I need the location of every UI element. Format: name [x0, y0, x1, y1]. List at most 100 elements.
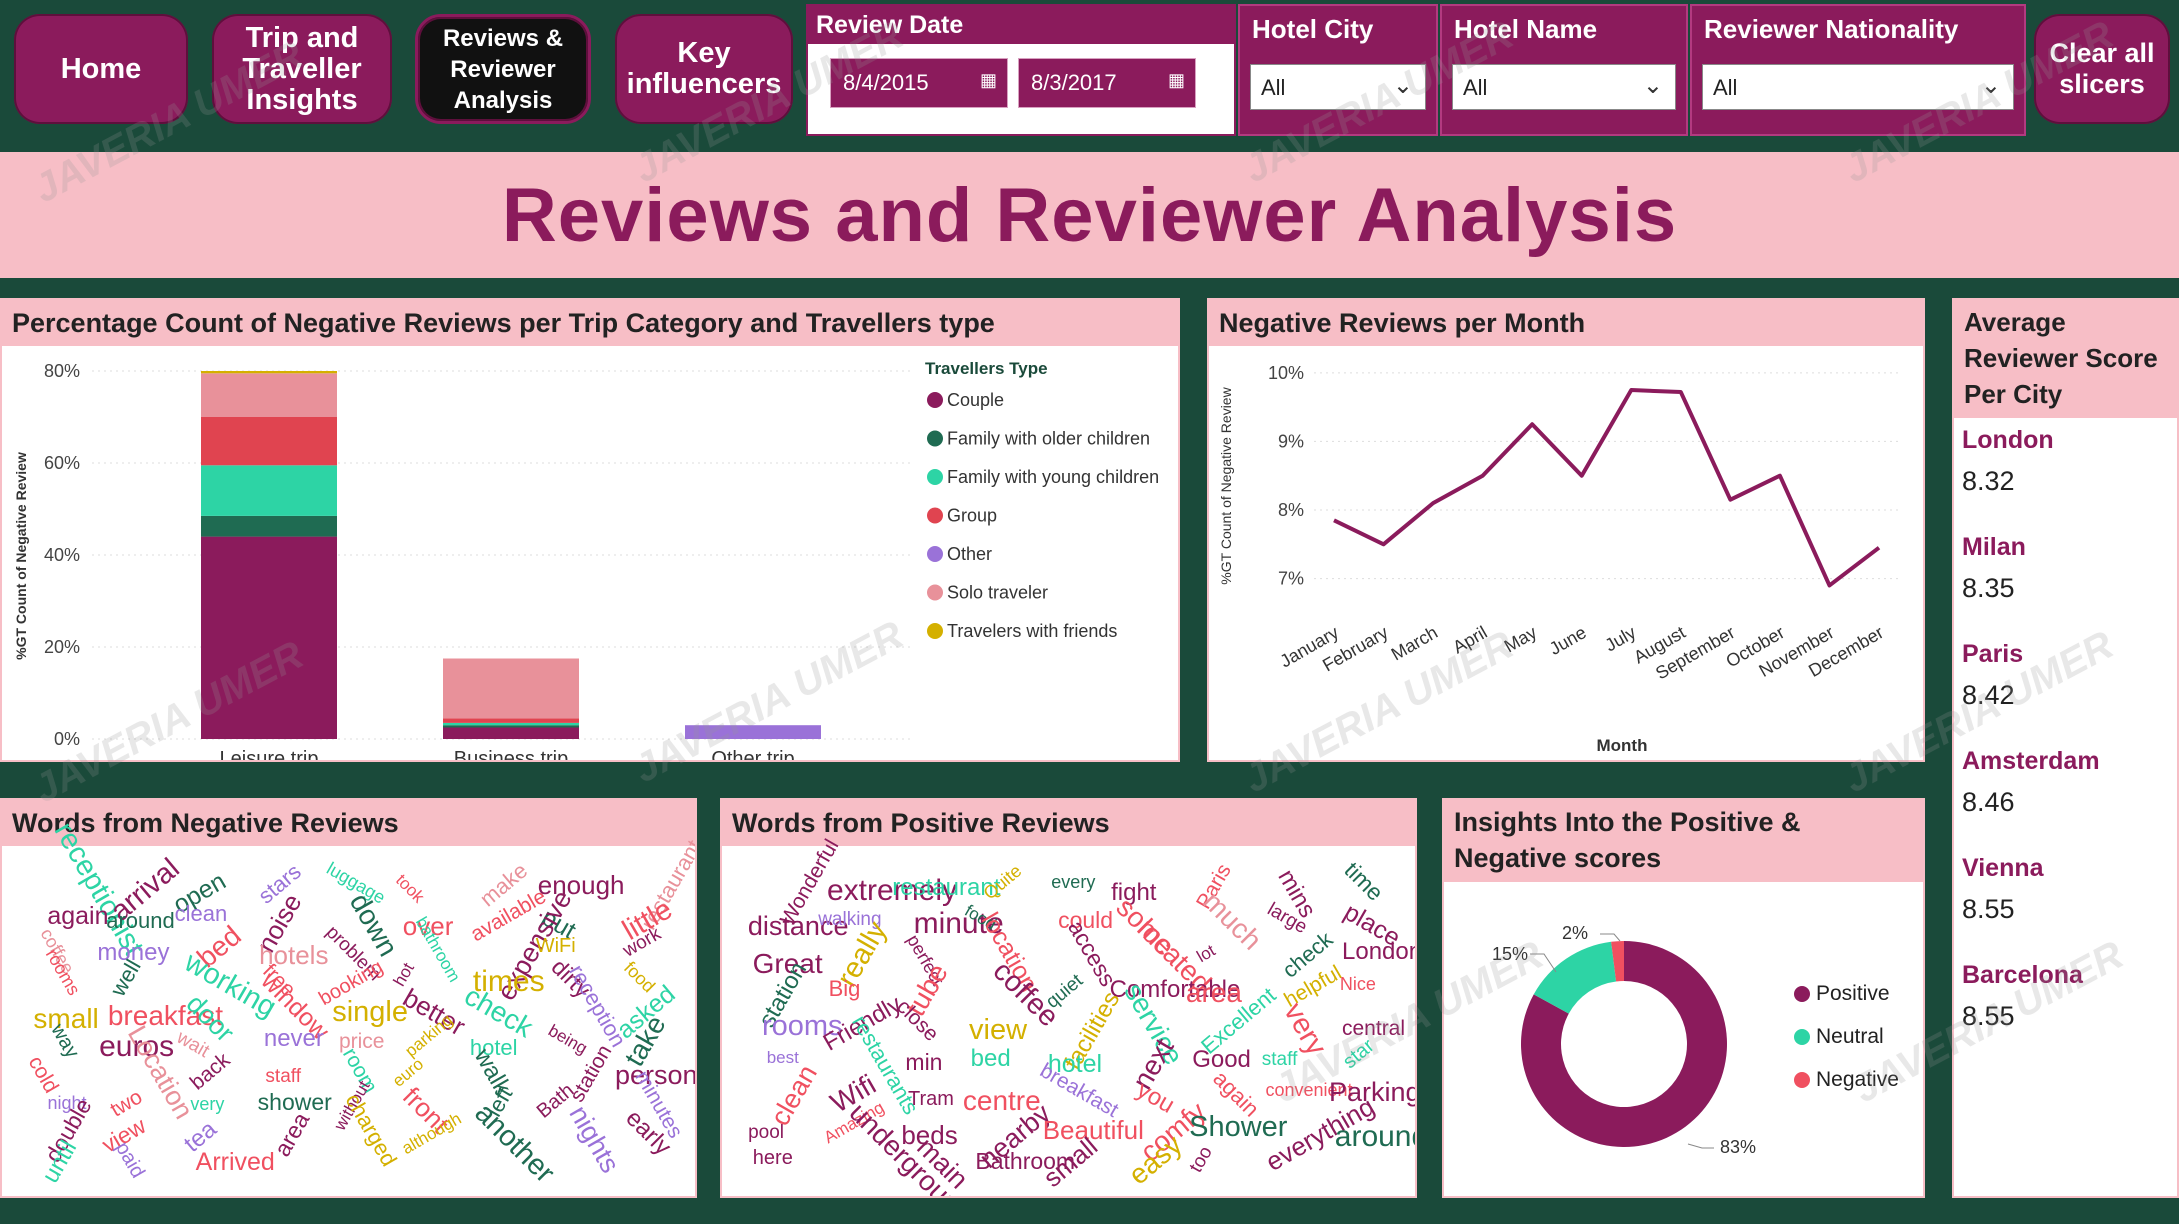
x-axis-label: Month [1597, 736, 1648, 755]
word-cloud-term: Nice [1339, 973, 1376, 994]
city-score: 8.32 [1962, 466, 2015, 496]
home-button[interactable]: Home [14, 14, 188, 124]
legend-label[interactable]: Family with older children [947, 429, 1150, 449]
calendar-icon: ▦ [979, 70, 997, 90]
bar-segment[interactable] [443, 658, 579, 719]
bar-segment[interactable] [443, 722, 579, 726]
word-cloud-term: single [332, 996, 408, 1029]
slice-label-neutral: 15% [1492, 944, 1528, 964]
positive-word-cloud: Wonderful extremely restaurant Quite every fi… [742, 835, 1415, 1196]
bar-segment[interactable] [443, 727, 579, 740]
legend-label[interactable]: Travelers with friends [947, 621, 1117, 641]
legend-label[interactable]: Positive [1816, 982, 1890, 1005]
word-cloud-term: rooms [41, 945, 85, 1000]
city-score: 8.35 [1962, 573, 2015, 603]
positive-negative-scores-panel: Insights Into the Positive & Negative sc… [1442, 798, 1925, 1198]
bar-segment[interactable] [201, 371, 337, 374]
bar-segment[interactable] [201, 515, 337, 537]
slice-label-positive: 83% [1720, 1137, 1756, 1157]
city-score: 8.55 [1962, 1001, 2015, 1031]
chevron-down-icon: ⌄ [1392, 72, 1413, 99]
chevron-down-icon: ⌄ [1980, 72, 2001, 99]
legend-label[interactable]: Solo traveler [947, 583, 1048, 603]
hotel-name-value: All [1463, 75, 1488, 100]
date-from-input[interactable]: 8/4/2015 ▦ [830, 58, 1008, 108]
city-name: London [1962, 426, 2054, 454]
review-date-slicer: Review Date 8/4/2015 ▦ 8/3/2017 ▦ [806, 4, 1236, 136]
legend-swatch [927, 546, 943, 562]
city-name: Amsterdam [1962, 747, 2100, 775]
hotel-city-title: Hotel City [1252, 14, 1374, 44]
clear-all-slicers-button[interactable]: Clear all slicers [2034, 14, 2170, 124]
legend-label[interactable]: Group [947, 506, 997, 526]
word-cloud-term: Quite [979, 860, 1026, 904]
legend-label[interactable]: Other [947, 544, 992, 564]
y-axis-label: %GT Count of Negative Review [1218, 386, 1234, 584]
word-cloud-term: very [190, 1094, 225, 1115]
y-tick-label: 40% [44, 545, 80, 565]
trip-traveller-insights-button[interactable]: Trip and Traveller Insights [212, 14, 392, 124]
city-name: Vienna [1962, 854, 2044, 882]
reviewer-nationality-dropdown[interactable]: All ⌄ [1702, 64, 2014, 110]
key-influencers-button[interactable]: Key influencers [615, 14, 793, 124]
legend-title: Travellers Type [925, 359, 1048, 378]
positive-words-panel: Words from Positive Reviews Wonderful ext… [720, 798, 1417, 1198]
negative-word-cloud: receptionist arrival open stars luggage took m… [22, 817, 695, 1190]
hotel-city-slicer: Hotel City All ⌄ [1238, 4, 1438, 136]
legend-label[interactable]: Couple [947, 390, 1004, 410]
stacked-bar-chart: 0% 20% 40% 60% 80% %GT Count of Negative Revi… [13, 359, 1159, 760]
city-name: Milan [1962, 533, 2026, 561]
word-cloud-term: time [1339, 856, 1389, 907]
word-cloud-term: took [391, 870, 429, 907]
legend-swatch [1794, 986, 1810, 1002]
legend-label[interactable]: Negative [1816, 1068, 1899, 1091]
hotel-name-slicer: Hotel Name All ⌄ [1440, 4, 1688, 136]
negative-reviews-month-panel: Negative Reviews per Month 7% 8% 9% 10% %GT … [1207, 298, 1925, 762]
reviewer-nationality-title: Reviewer Nationality [1704, 14, 1959, 44]
bar-segment[interactable] [201, 417, 337, 466]
y-tick-label: 8% [1278, 500, 1304, 520]
reviews-reviewer-analysis-button[interactable]: Reviews & Reviewer Analysis [415, 14, 591, 124]
negative-reviews-trip-category-panel: Percentage Count of Negative Reviews per… [0, 298, 1180, 762]
word-cloud-term: charged [340, 1088, 403, 1171]
word-cloud-term: never [263, 1024, 324, 1052]
date-to-input[interactable]: 8/3/2017 ▦ [1018, 58, 1196, 108]
word-cloud-term: around [1334, 1119, 1415, 1153]
word-cloud-term: price [338, 1030, 385, 1054]
panel-title: Words from Negative Reviews [2, 800, 695, 846]
hotel-city-dropdown[interactable]: All ⌄ [1250, 64, 1426, 110]
panel-title: Insights Into the Positive & Negative sc… [1444, 800, 1923, 882]
word-cloud-term: around [106, 908, 175, 934]
legend-swatch [927, 469, 943, 485]
y-tick-label: 20% [44, 637, 80, 657]
word-cloud-term: nights [563, 1100, 626, 1179]
word-cloud-term: London [1342, 937, 1417, 965]
word-cloud-term: Parking [1329, 1077, 1417, 1108]
page-title: Reviews and Reviewer Analysis [501, 172, 1678, 258]
line-chart: 7%8%9%10%%GT Count of Negative ReviewJan… [1218, 363, 1899, 755]
bar-segment[interactable] [443, 718, 579, 723]
legend-label[interactable]: Family with young children [947, 467, 1159, 487]
slice-label-negative: 2% [1562, 923, 1588, 943]
calendar-icon: ▦ [1167, 70, 1185, 90]
line-series[interactable] [1333, 388, 1881, 588]
word-cloud-term: staff [1261, 1049, 1298, 1071]
bar-segment[interactable] [201, 536, 337, 739]
word-cloud-term: pool [748, 1121, 784, 1143]
hotel-name-dropdown[interactable]: All ⌄ [1452, 64, 1676, 110]
y-axis-label: %GT Count of Negative Review [13, 452, 29, 660]
y-tick-label: 9% [1278, 431, 1304, 451]
word-cloud-term: view [969, 1013, 1028, 1046]
word-cloud-term: here [752, 1146, 793, 1169]
word-cloud-term: star [1338, 1035, 1379, 1074]
word-cloud-term: area [268, 1108, 314, 1161]
bar-segment[interactable] [201, 373, 337, 417]
bar-segment[interactable] [443, 725, 579, 728]
legend-swatch [1794, 1029, 1810, 1045]
bar-segment[interactable] [201, 465, 337, 516]
bar-segment[interactable] [685, 725, 821, 739]
legend-label[interactable]: Neutral [1816, 1025, 1884, 1048]
negative-words-panel: Words from Negative Reviews receptionist… [0, 798, 697, 1198]
leader-line [1687, 1143, 1714, 1149]
word-cloud-term: min [905, 1049, 943, 1076]
